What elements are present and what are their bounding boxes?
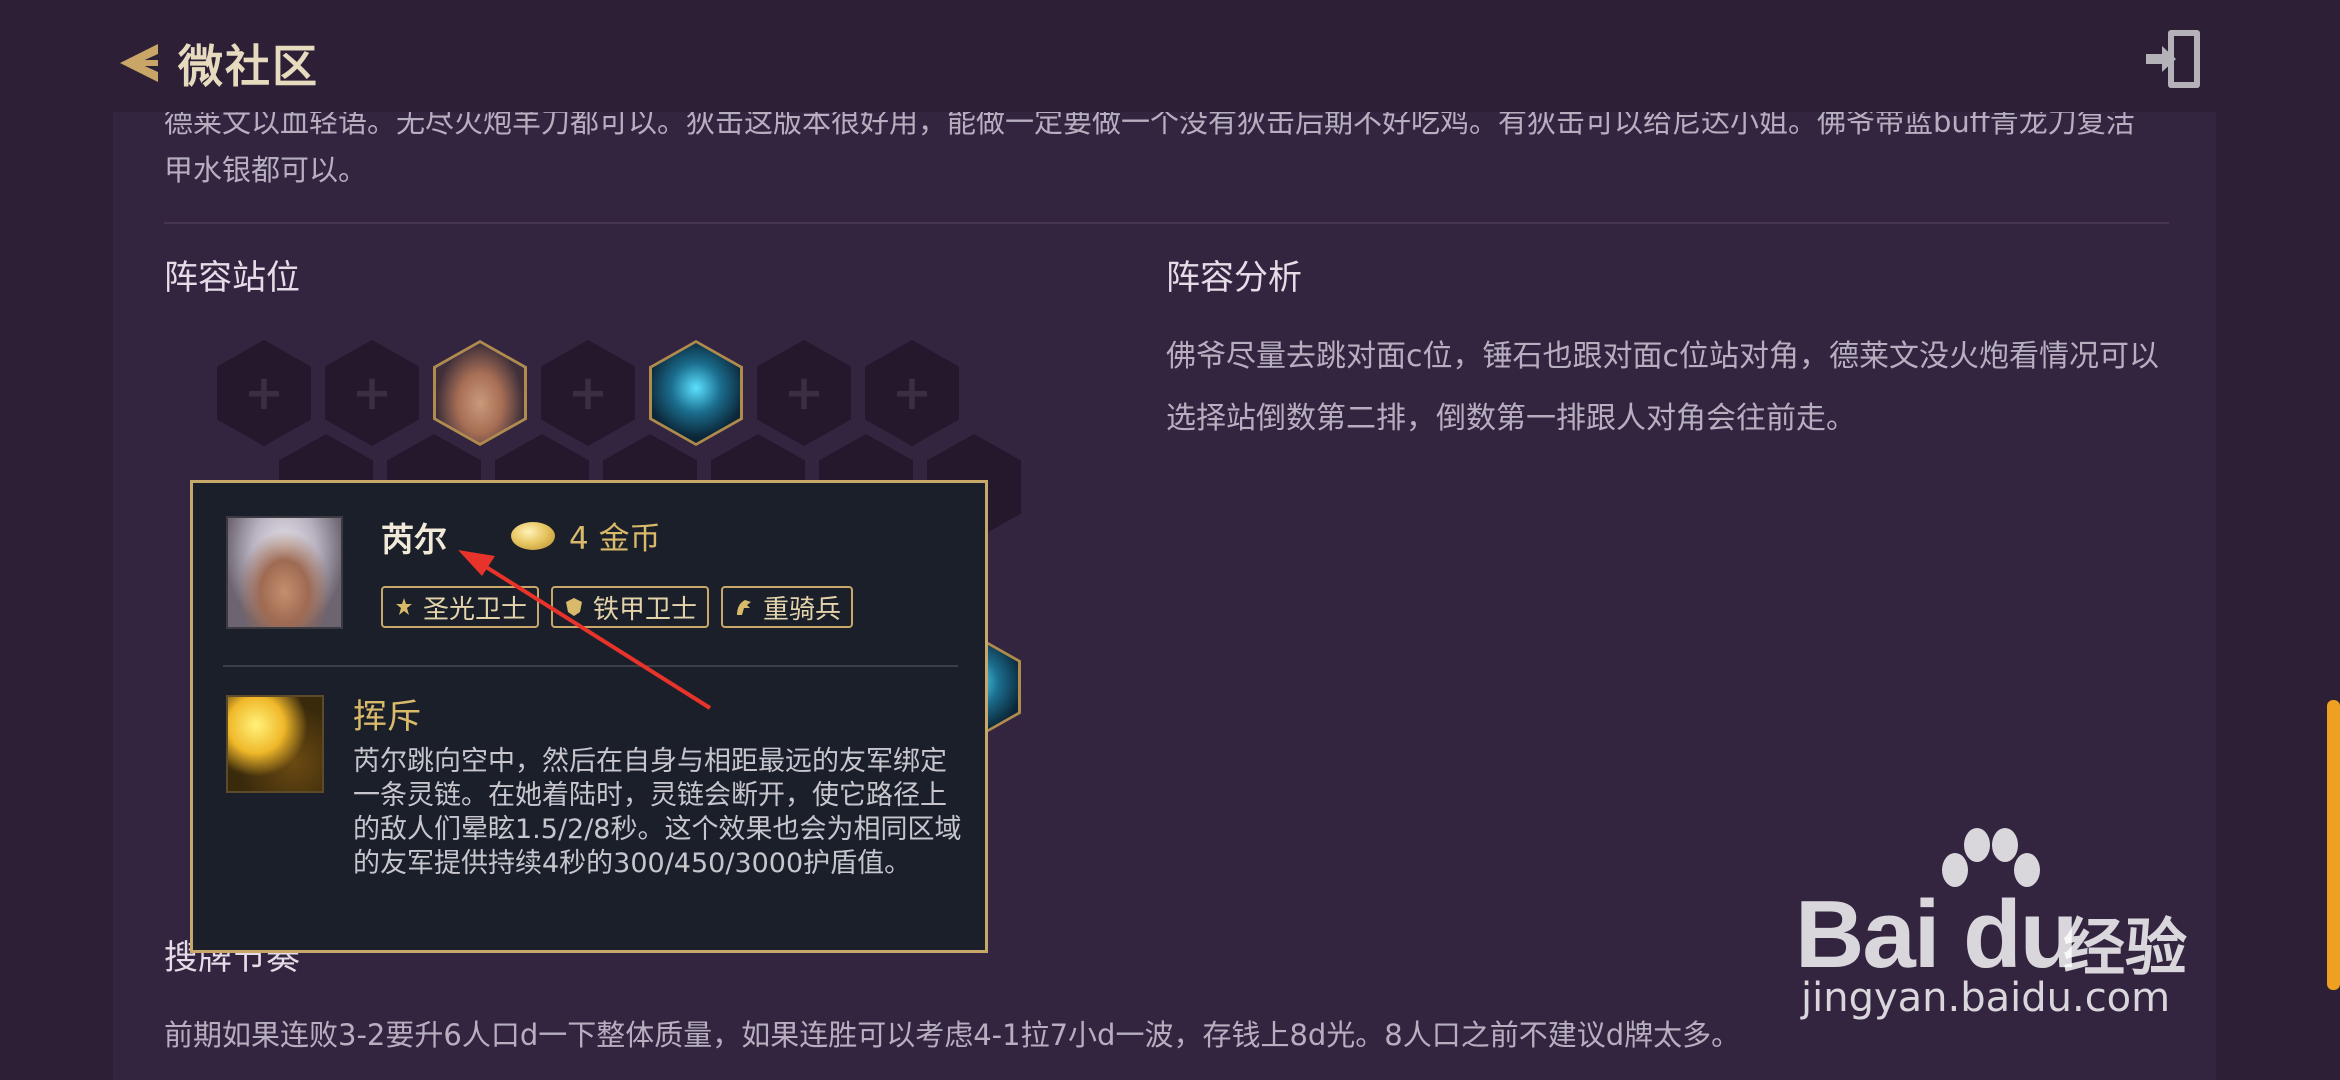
champion-portrait [652, 343, 740, 443]
watermark-sub: 经验 [2063, 911, 2188, 984]
iron-guard-icon [566, 598, 583, 616]
champion-portrait [226, 516, 343, 629]
gold-coin-icon [511, 521, 555, 550]
champion-portrait [436, 343, 524, 443]
watermark-brand: Bai du [1795, 881, 2078, 988]
page-title: 微社区 [178, 40, 320, 93]
trait-badge: 重骑兵 [721, 586, 854, 628]
app-header: 微社区 [0, 0, 2340, 112]
skill-description: 芮尔跳向空中，然后在自身与相距最远的友军绑定一条灵链。在她着陆时，灵链会断开，使… [353, 746, 962, 879]
champion-name: 芮尔 [381, 520, 447, 559]
watermark-url: jingyan.baidu.com [1801, 975, 2171, 1021]
skill-name: 挥斥 [353, 697, 421, 737]
trait-list: 圣光卫士 铁甲卫士 重骑兵 [381, 586, 854, 628]
baidu-watermark: Bai du 经验 jingyan.baidu.com [1795, 825, 2225, 1035]
trait-label: 圣光卫士 [423, 594, 528, 625]
analysis-title: 阵容分析 [1166, 258, 1302, 298]
intro-paragraph: 德莱文以血轻语。无尽火炮羊刀都可以。狄击这版本很好用，能做一定要做一个没有狄击后… [164, 105, 2135, 187]
section-divider [164, 222, 2169, 224]
scrollbar[interactable] [2327, 700, 2340, 990]
cavalier-icon [737, 600, 752, 615]
cost-label: 4 金币 [569, 521, 661, 557]
trait-label: 重骑兵 [763, 594, 842, 625]
exit-door-icon[interactable] [2142, 26, 2208, 92]
back-chevron-icon [120, 43, 158, 82]
skill-icon [226, 695, 324, 793]
trait-badge: 铁甲卫士 [551, 586, 710, 628]
back-button[interactable]: 微社区 [112, 30, 319, 95]
champion-cost: 4 金币 [511, 513, 661, 558]
analysis-text: 佛爷尽量去跳对面c位，锤石也跟对面c位站对角，德莱文没火炮看情况可以选择站倒数第… [1166, 339, 2159, 436]
trait-badge: 圣光卫士 [381, 586, 540, 628]
lineup-title: 阵容站位 [164, 258, 300, 298]
tooltip-divider [223, 665, 958, 667]
champion-tooltip: 芮尔 4 金币 圣光卫士 铁甲卫士 重骑兵 挥斥 芮尔跳向空中，然后在自身与相距… [190, 480, 988, 953]
trait-label: 铁甲卫士 [593, 594, 698, 625]
holy-guard-icon [396, 598, 412, 615]
